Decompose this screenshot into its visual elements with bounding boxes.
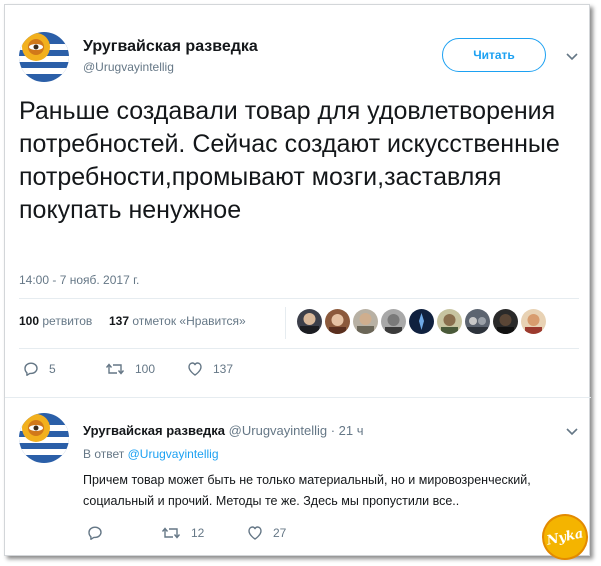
divider [285,307,286,339]
avatar[interactable] [19,413,69,463]
heart-icon [247,525,263,541]
retweet-button[interactable]: 100 [105,361,155,377]
tweet-card: Уругвайская разведка @Urugvayintellig Чи… [4,4,593,565]
retweet-icon [105,361,125,377]
liker-avatar[interactable] [465,309,490,334]
likes-count[interactable]: 137 [109,314,129,328]
liker-avatar[interactable] [409,309,434,334]
user-handle[interactable]: @Urugvayintellig [83,60,174,74]
like-button[interactable]: 137 [187,361,233,377]
avatar[interactable] [19,32,69,82]
retweet-count: 12 [191,526,205,540]
display-name[interactable]: Уругвайская разведка [83,423,225,438]
retweets-count[interactable]: 100 [19,314,39,328]
divider [19,298,579,299]
like-button[interactable]: 27 [247,525,286,541]
tweet-timestamp[interactable]: 14:00 - 7 нояб. 2017 г. [19,273,139,287]
like-count: 27 [273,526,287,540]
liker-avatar[interactable] [437,309,462,334]
reply-icon [87,525,103,541]
liker-avatar[interactable] [493,309,518,334]
reply-to-line: В ответ @Urugvayintellig [83,447,219,461]
reply-to-handle[interactable]: @Urugvayintellig [128,447,219,461]
liker-avatars [297,309,546,334]
reply-button[interactable] [87,525,113,541]
heart-icon [187,361,203,377]
retweet-icon [161,525,181,541]
reply-to-label: В ответ [83,447,125,461]
divider [5,397,591,398]
retweet-count: 100 [135,362,156,376]
reply-button[interactable]: 5 [23,361,56,377]
reply-count: 5 [49,362,56,376]
divider [19,348,579,349]
reply-icon [23,361,39,377]
chevron-down-icon[interactable] [565,424,579,436]
likes-label[interactable]: отметок «Нравится» [132,314,245,328]
user-handle-time[interactable]: @Urugvayintellig · 21 ч [229,423,364,438]
retweets-label[interactable]: ретвитов [42,314,92,328]
reply-header: Уругвайская разведка @Urugvayintellig · … [83,423,364,438]
tweet-text: Раньше создавали товар для удовлетворени… [19,97,560,224]
liker-avatar[interactable] [353,309,378,334]
display-name[interactable]: Уругвайская разведка [83,38,258,56]
tweet-stats: 100 ретвитов 137 отметок «Нравится» [19,314,246,328]
liker-avatar[interactable] [381,309,406,334]
watermark-logo: Nyka [537,509,593,565]
liker-avatar[interactable] [325,309,350,334]
retweet-button[interactable]: 12 [161,525,204,541]
like-count: 137 [213,362,234,376]
follow-button[interactable]: Читать [442,38,546,72]
liker-avatar[interactable] [297,309,322,334]
reply-text: Причем товар может быть не только матери… [83,473,531,508]
liker-avatar[interactable] [521,309,546,334]
chevron-down-icon[interactable] [565,49,579,61]
